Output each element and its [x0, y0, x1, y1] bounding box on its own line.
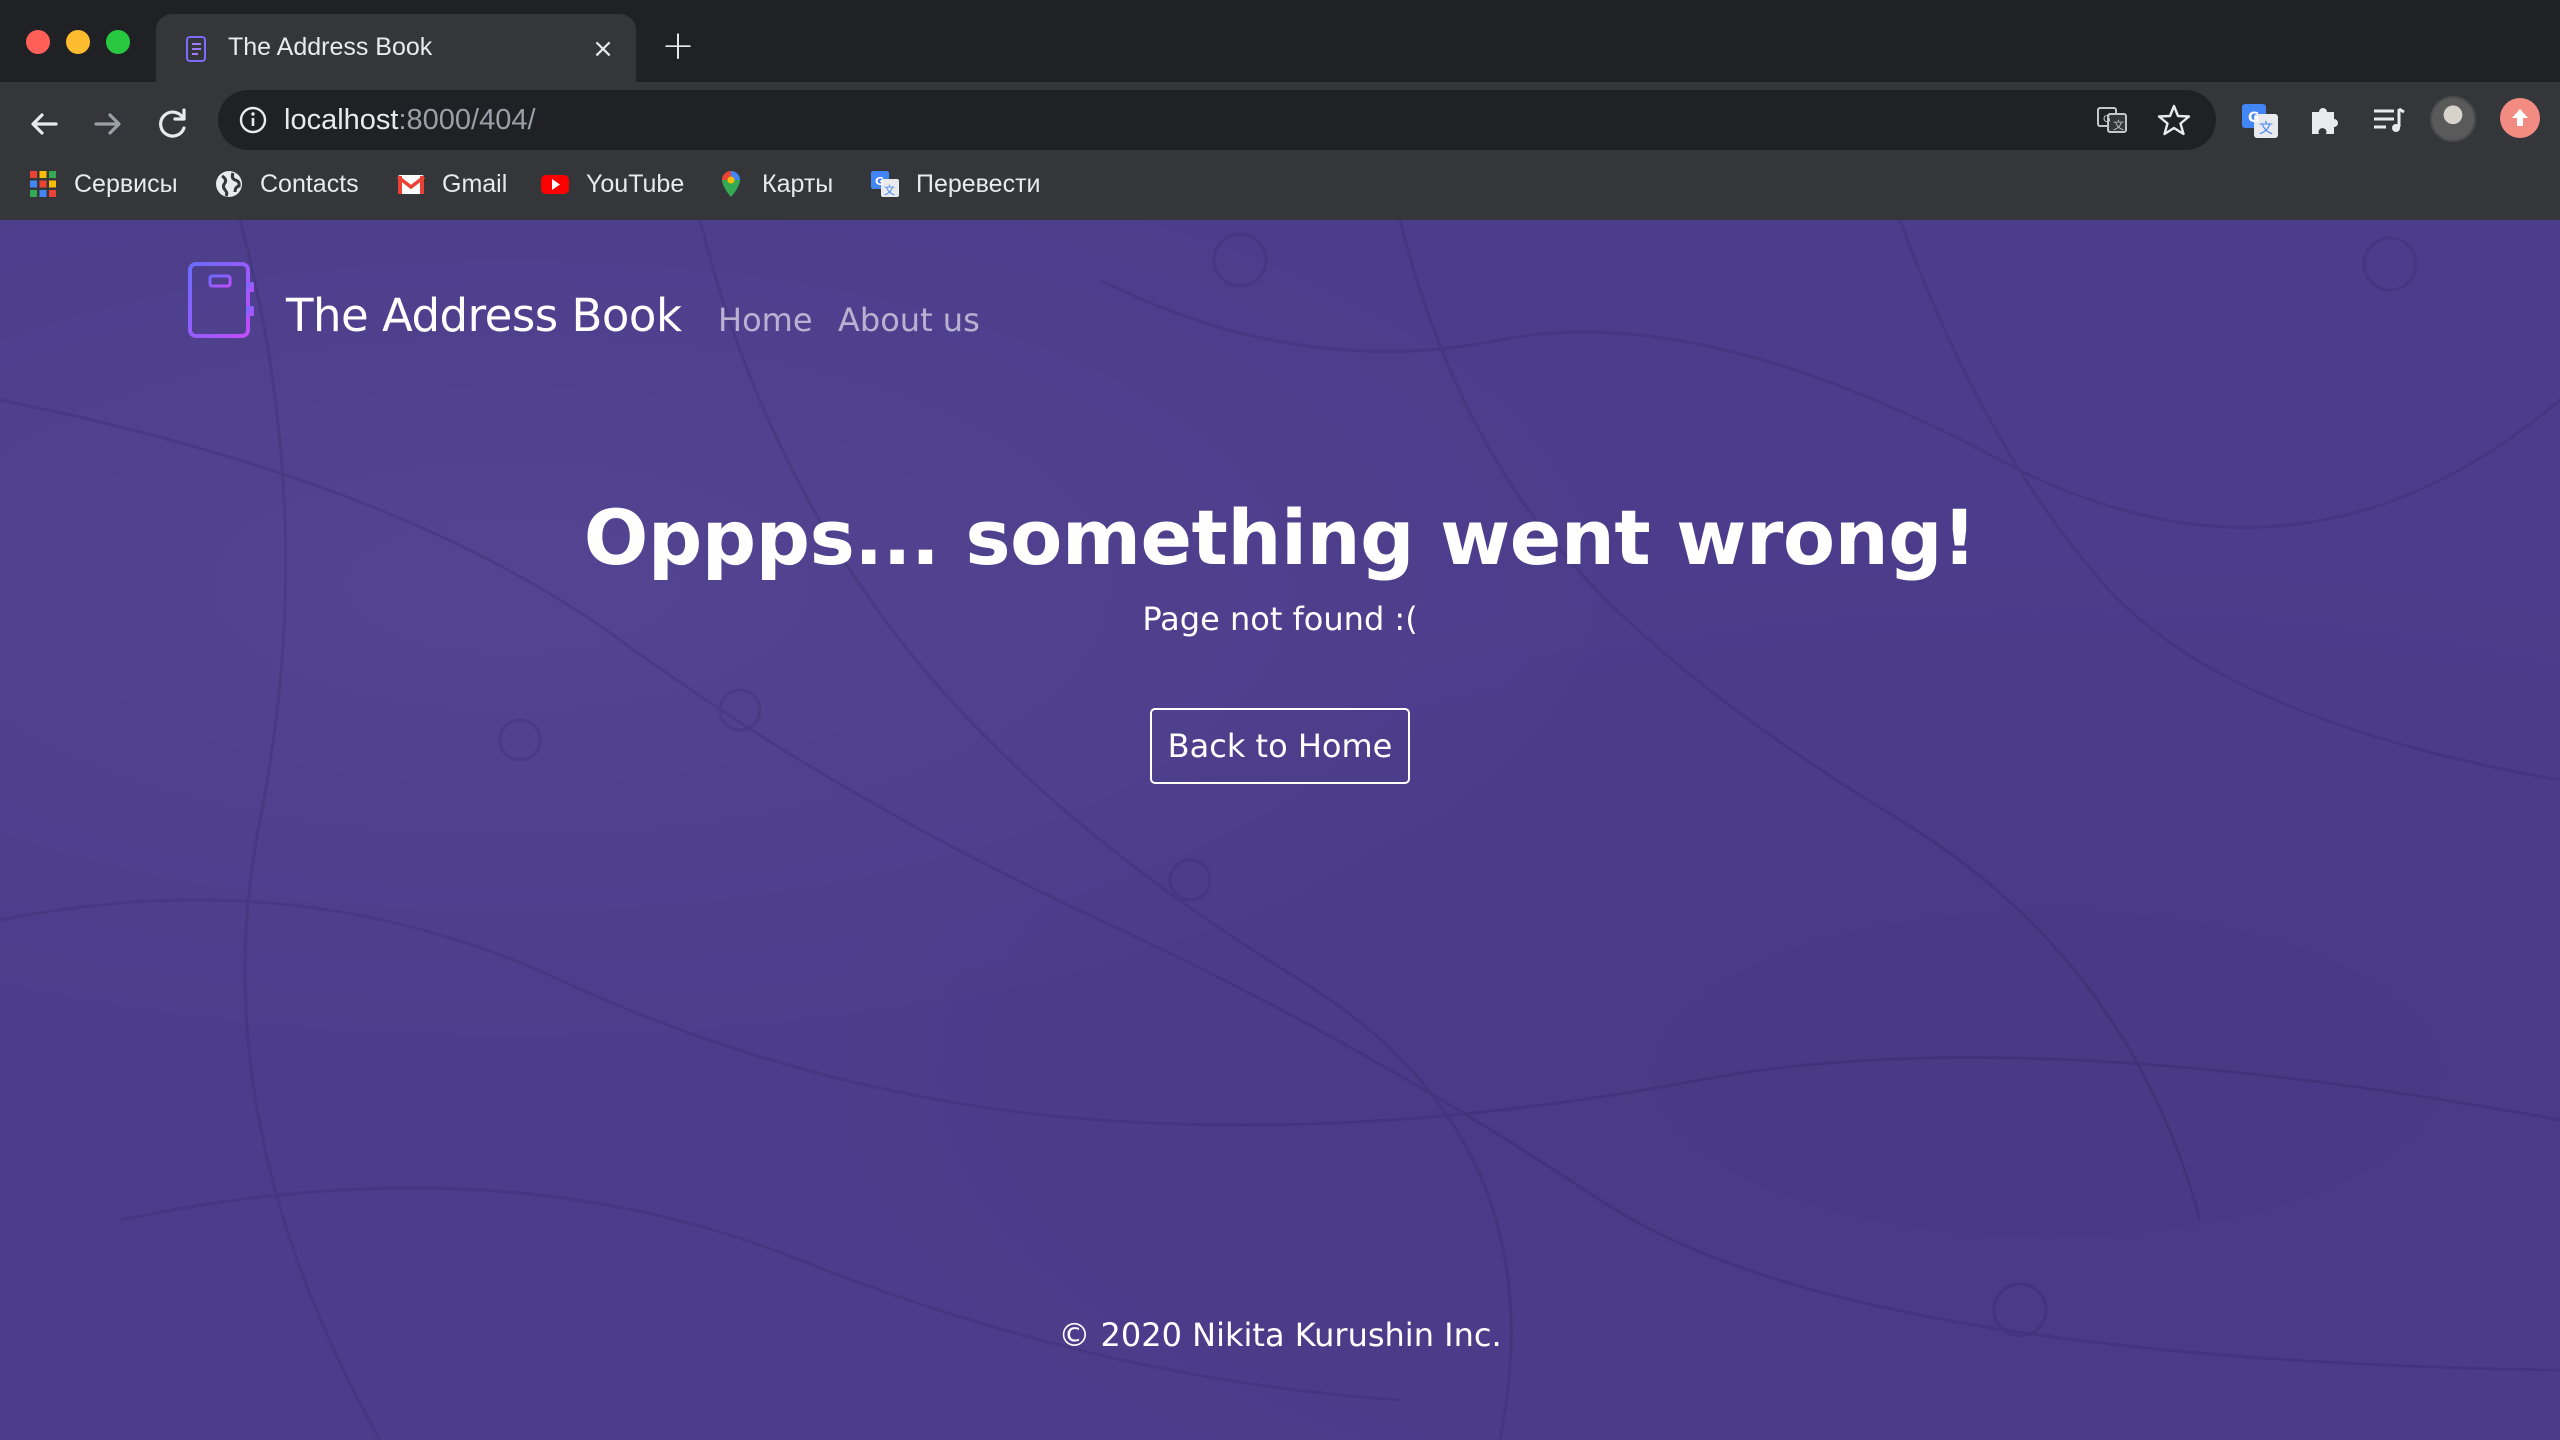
- tab-title: The Address Book: [228, 33, 433, 61]
- bookmark-gmail[interactable]: Gmail: [396, 160, 507, 208]
- bookmark-contacts[interactable]: Contacts: [214, 160, 359, 208]
- svg-text:文: 文: [2259, 121, 2273, 137]
- back-arrow-icon[interactable]: [22, 102, 66, 146]
- update-available-icon[interactable]: [2500, 98, 2540, 138]
- window-zoom-button[interactable]: [106, 30, 130, 54]
- bookmark-label: Gmail: [442, 169, 508, 198]
- notebook-icon: [186, 36, 206, 62]
- svg-text:G: G: [2248, 110, 2260, 126]
- browser-toolbar: localhost:8000/404/ G 文 G 文 Сервисы Cont…: [0, 82, 2560, 234]
- url-host: localhost: [284, 104, 399, 136]
- gmail-icon: [396, 175, 426, 194]
- svg-text:文: 文: [884, 183, 895, 197]
- browser-tab-strip: The Address Book × +: [0, 0, 2560, 82]
- bookmark-star-icon[interactable]: [2156, 102, 2192, 138]
- globe-icon: [216, 171, 242, 197]
- nav-link-about[interactable]: About us: [838, 300, 980, 340]
- youtube-icon: [541, 175, 569, 194]
- svg-text:G: G: [875, 175, 884, 188]
- svg-text:文: 文: [2113, 118, 2124, 132]
- tab-close-icon[interactable]: ×: [588, 34, 618, 64]
- extensions-puzzle-icon[interactable]: [2304, 100, 2344, 140]
- address-book-logo-icon[interactable]: [182, 258, 256, 340]
- site-brand-name[interactable]: The Address Book: [286, 290, 682, 342]
- back-to-home-button[interactable]: Back to Home: [1150, 708, 1410, 784]
- bookmark-maps[interactable]: Карты: [716, 160, 833, 208]
- svg-text:G: G: [2103, 114, 2111, 125]
- new-tab-button[interactable]: +: [660, 26, 696, 66]
- forward-arrow-icon[interactable]: [86, 102, 130, 146]
- error-headline: Oppps... something went wrong!: [583, 493, 1977, 582]
- error-message: Page not found :(: [1142, 600, 1418, 638]
- window-minimize-button[interactable]: [66, 30, 90, 54]
- bookmark-label: YouTube: [586, 169, 685, 198]
- bookmark-label: Сервисы: [74, 169, 178, 198]
- media-controls-icon[interactable]: [2368, 100, 2408, 140]
- page-viewport: The Address Book Home About us Oppps... …: [0, 220, 2560, 1440]
- maps-pin-icon: [722, 171, 740, 197]
- bookmark-label: Перевести: [916, 169, 1041, 198]
- address-url[interactable]: localhost:8000/404/: [284, 103, 536, 137]
- page-footer: © 2020 Nikita Kurushin Inc.: [1058, 1316, 1502, 1354]
- bookmark-label: Contacts: [260, 169, 359, 198]
- apps-grid-icon: [30, 171, 56, 197]
- browser-tab-active[interactable]: The Address Book ×: [156, 14, 636, 82]
- site-info-icon[interactable]: [238, 105, 268, 135]
- bookmark-translate[interactable]: G 文 Перевести: [870, 160, 1041, 208]
- nav-link-home[interactable]: Home: [718, 300, 813, 340]
- window-close-button[interactable]: [26, 30, 50, 54]
- bookmark-label: Карты: [762, 169, 834, 198]
- google-translate-extension-icon[interactable]: G 文: [2240, 100, 2280, 140]
- url-path: :8000/404/: [398, 104, 536, 136]
- map-background-texture: [0, 220, 2560, 1440]
- bookmark-services[interactable]: Сервисы: [28, 160, 178, 208]
- translate-icon: G 文: [871, 171, 899, 197]
- address-bar[interactable]: localhost:8000/404/ G 文: [218, 90, 2216, 150]
- bookmark-youtube[interactable]: YouTube: [540, 160, 684, 208]
- translate-page-icon[interactable]: G 文: [2096, 104, 2128, 136]
- reload-icon[interactable]: [150, 102, 194, 146]
- bookmarks-bar: Сервисы Contacts Gmail YouTube Карты G 文…: [0, 160, 2560, 208]
- profile-avatar[interactable]: [2430, 96, 2476, 142]
